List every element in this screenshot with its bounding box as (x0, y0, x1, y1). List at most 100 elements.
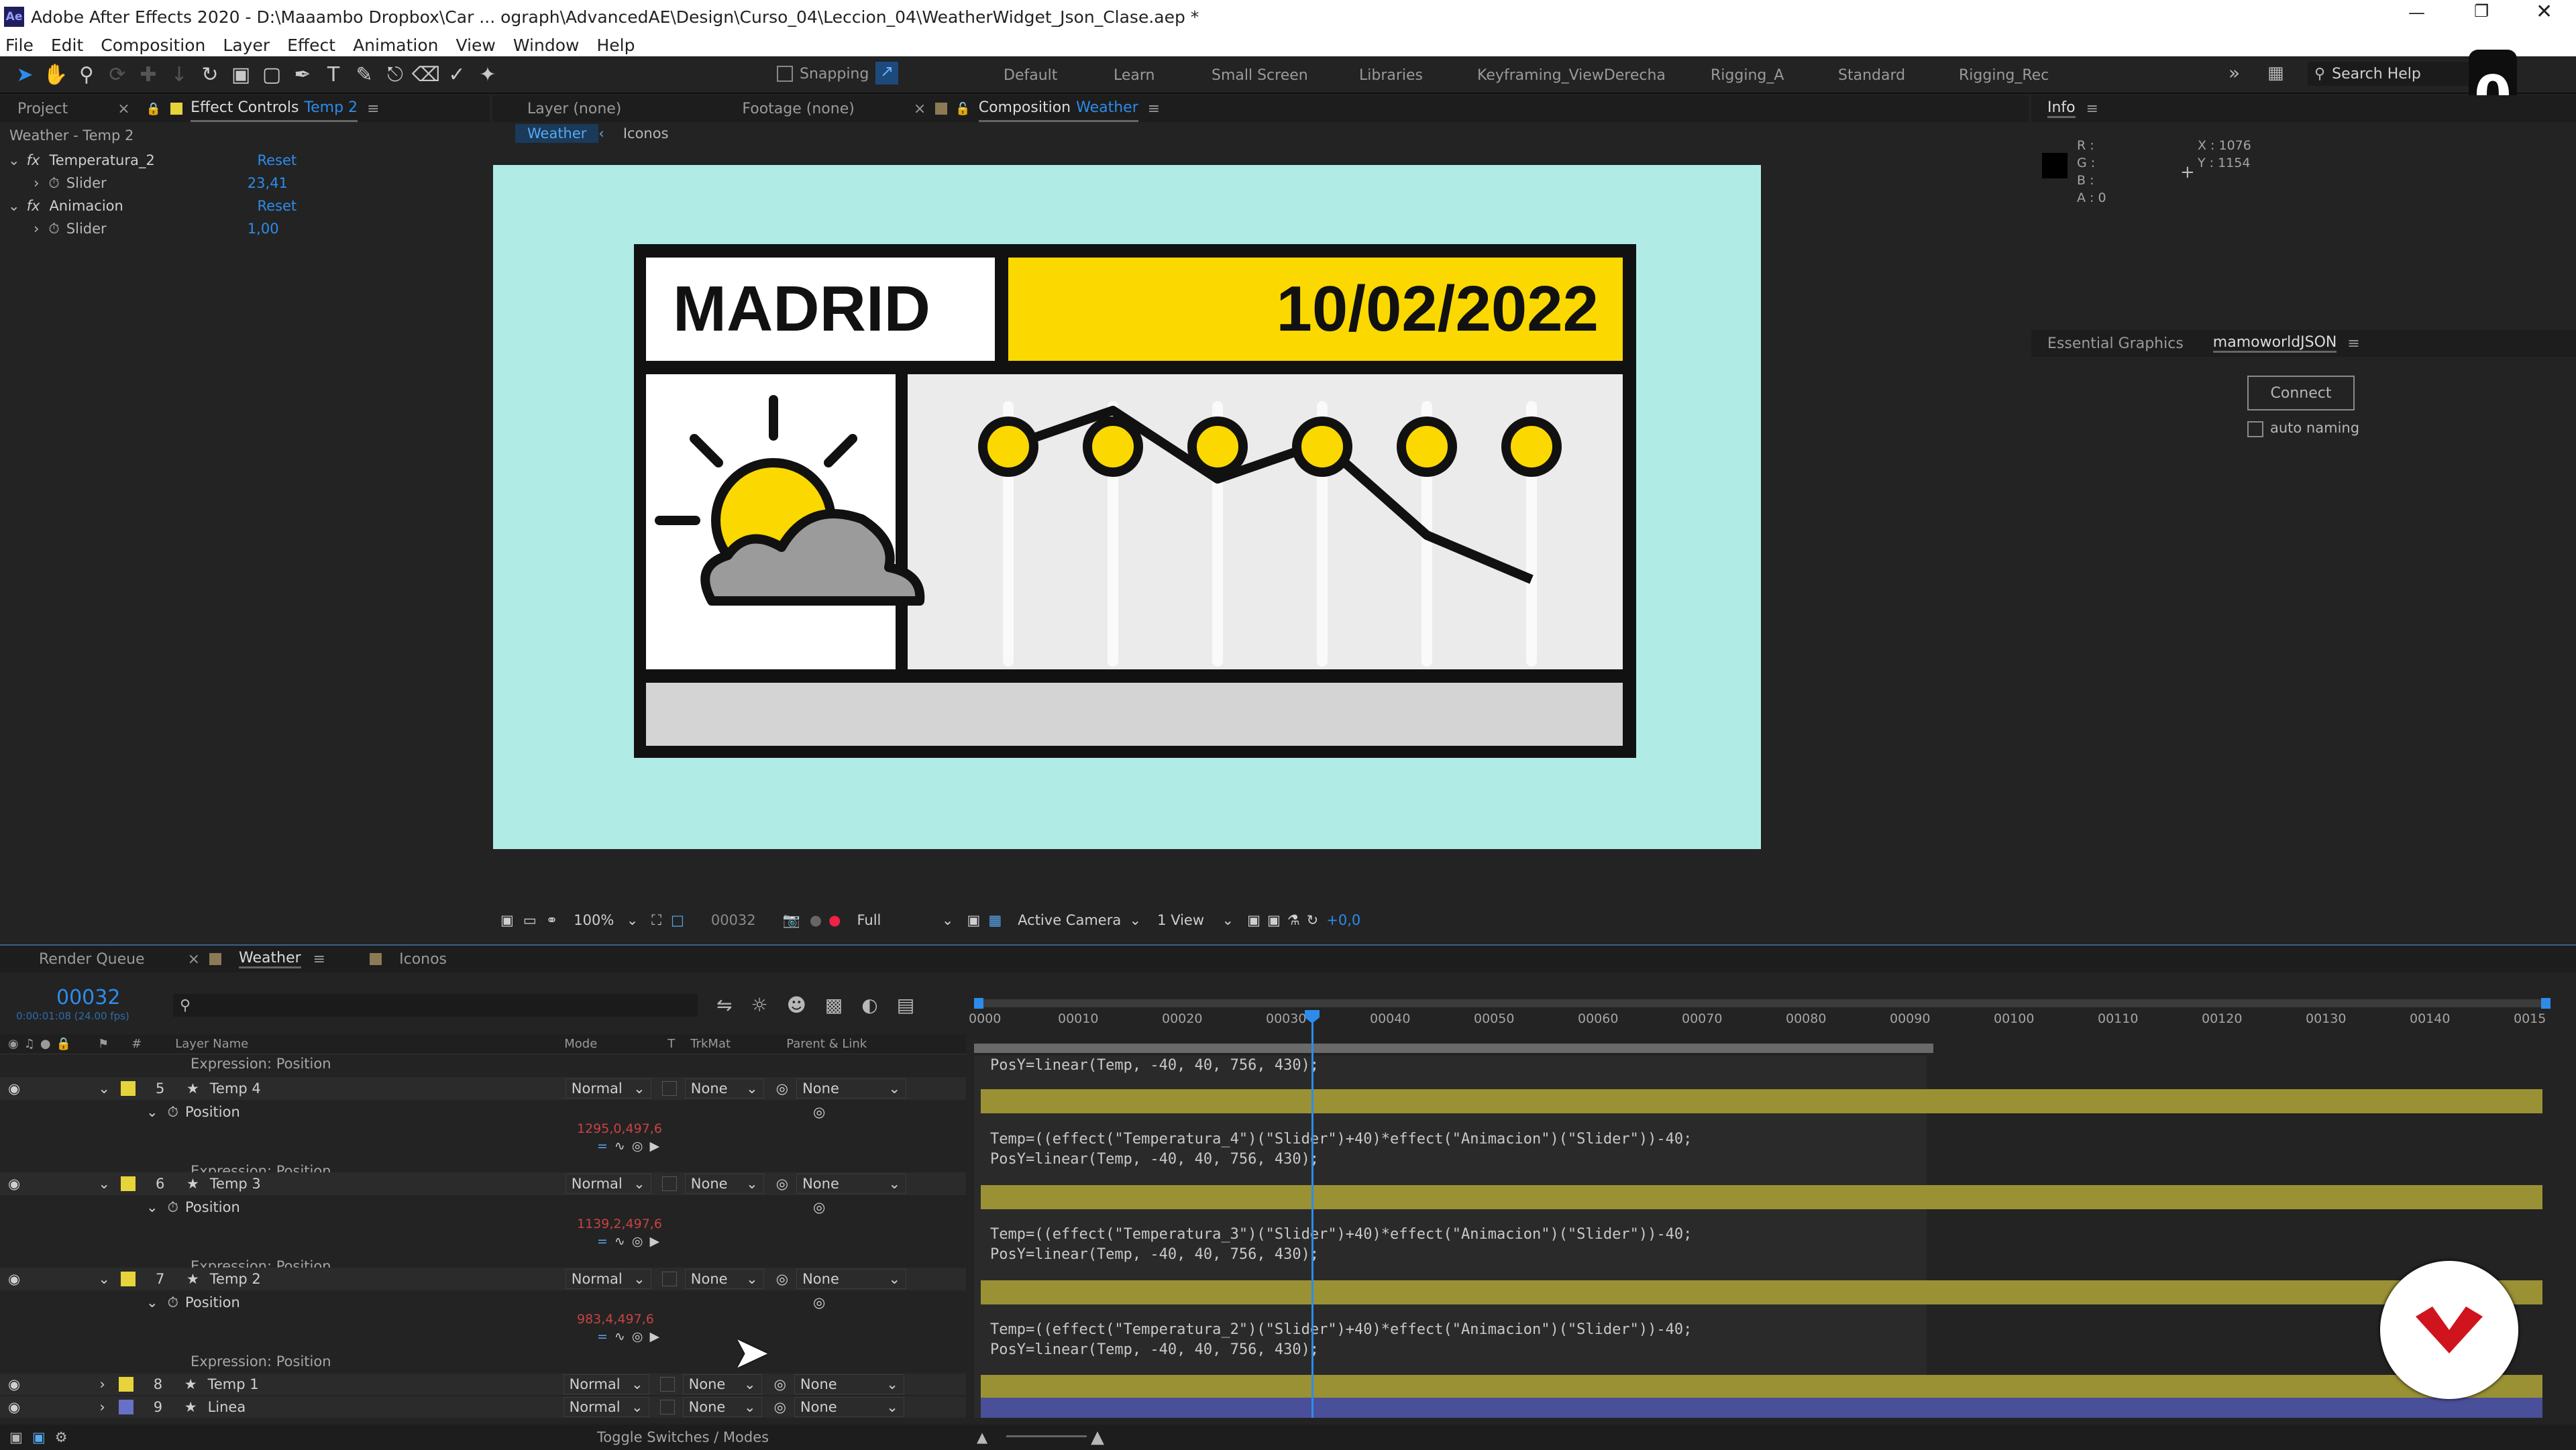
close-tab-icon[interactable]: × (188, 951, 200, 968)
slider-row[interactable]: › ⏱ Slider 23,41 (0, 172, 490, 194)
chevron-down-icon[interactable]: ⌄ (98, 1271, 110, 1287)
trkmat-dropdown[interactable]: None ⌄ (684, 1269, 764, 1289)
preserve-transparency-checkbox[interactable] (661, 1176, 677, 1191)
current-timecode[interactable]: 00032 (56, 986, 120, 1009)
workspace-more-icon[interactable]: » (2229, 62, 2240, 84)
close-button[interactable]: ✕ (2536, 0, 2553, 23)
workspace-rigging-rec[interactable]: Rigging_Rec (1959, 67, 2049, 84)
layer-name[interactable]: Linea (208, 1399, 564, 1415)
layer-name[interactable]: Temp 2 (210, 1271, 566, 1287)
stopwatch-icon[interactable]: ⏱ (168, 1104, 178, 1121)
tab-project[interactable]: Project (17, 101, 68, 117)
region-icon[interactable]: ▣ (967, 912, 980, 928)
menu-file[interactable]: File (5, 36, 34, 55)
mode-dropdown[interactable]: Normal ⌄ (563, 1374, 649, 1394)
effect-row-animacion[interactable]: ⌄ fx Animacion Reset (0, 194, 490, 217)
pan-tool-icon[interactable]: ✚ (133, 63, 164, 87)
stopwatch-icon[interactable]: ⏱ (168, 1294, 178, 1311)
reset-exposure-icon[interactable]: ↻ (1307, 912, 1319, 928)
expr-pickwhip-icon[interactable]: ◎ (632, 1234, 643, 1249)
property-row[interactable]: ⌄ ⏱ Position ◎ (0, 1196, 825, 1218)
selection-tool-icon[interactable]: ➤ (9, 63, 40, 87)
chevron-down-icon[interactable]: ⌄ (98, 1080, 110, 1097)
rotate-tool-icon[interactable]: ↻ (195, 63, 225, 87)
graph-editor-icon[interactable]: ▤ (897, 994, 914, 1016)
safe-zones-icon[interactable]: □ (671, 912, 684, 928)
layer-label-color[interactable] (120, 1176, 136, 1191)
menu-composition[interactable]: Composition (101, 36, 205, 55)
menu-help[interactable]: Help (596, 36, 635, 55)
viewer-timecode[interactable]: 00032 (711, 912, 756, 928)
pickwhip-icon[interactable]: ◎ (813, 1199, 825, 1215)
auto-naming-checkbox[interactable] (2247, 421, 2263, 437)
expr-graph-icon[interactable]: ∿ (614, 1234, 625, 1249)
workspace-layout-icon[interactable]: ▦ (2267, 63, 2284, 83)
property-value[interactable]: 983,4,497,6 (577, 1312, 654, 1327)
always-preview-icon[interactable]: ▣ (500, 912, 514, 928)
panel-menu-icon[interactable]: ≡ (313, 951, 325, 968)
expr-language-icon[interactable]: ▶ (649, 1139, 659, 1154)
draft-3d-icon[interactable]: ☼ (751, 994, 767, 1016)
stopwatch-icon[interactable]: ⏱ (168, 1199, 178, 1216)
comp-canvas[interactable]: MADRID 10/02/2022 (493, 165, 1761, 849)
comp-flowchart-icon[interactable]: ⇋ (716, 994, 732, 1016)
chevron-down-icon[interactable]: ⌄ (146, 1104, 158, 1120)
tab-composition[interactable]: Composition Weather (978, 95, 1138, 122)
panel-menu-icon[interactable]: ≡ (2347, 335, 2359, 352)
tab-mamoworld-json[interactable]: mamoworldJSON (2212, 334, 2337, 353)
expr-pickwhip-icon[interactable]: ◎ (632, 1329, 643, 1344)
pickwhip-icon[interactable]: ◎ (776, 1176, 788, 1192)
minimize-button[interactable]: — (2408, 3, 2425, 22)
transparency-grid-icon[interactable]: ▦ (988, 912, 1002, 928)
workspace-standard[interactable]: Standard (1838, 67, 1905, 84)
expr-graph-icon[interactable]: ∿ (614, 1329, 625, 1344)
show-snapshot-icon[interactable]: ● (810, 912, 822, 928)
layer-label-color[interactable] (118, 1400, 133, 1414)
property-row[interactable]: ⌄ ⏱ Position ◎ (0, 1292, 825, 1313)
layer-row[interactable]: ◉ ⌄ 5 ★ Temp 4 Normal ⌄ None ⌄ ◎ None ⌄ (0, 1077, 966, 1100)
expr-code-temp3-line2[interactable]: PosY=linear(Temp, -40, 40, 756, 430); (990, 1150, 1319, 1170)
expr-code-temp2-line1[interactable]: Temp=((effect("Temperatura_3")("Slider")… (990, 1225, 1692, 1245)
workspace-rigging-a[interactable]: Rigging_A (1711, 67, 1784, 84)
chevron-down-icon[interactable]: ⌄ (8, 194, 20, 217)
pickwhip-icon[interactable]: ◎ (813, 1104, 825, 1120)
snapping-checkbox[interactable] (777, 66, 793, 82)
flowchart-icon[interactable]: ⚗ (1287, 912, 1300, 928)
monitor-icon[interactable]: ▭ (523, 912, 537, 928)
frame-blend-icon[interactable]: ▩ (825, 994, 843, 1016)
slider-row[interactable]: › ⏱ Slider 1,00 (0, 217, 490, 240)
layer-search-field[interactable]: ⚲ (173, 994, 698, 1017)
layer-name[interactable]: Temp 1 (208, 1376, 564, 1392)
chevron-right-icon[interactable]: › (99, 1376, 105, 1392)
render-icon[interactable]: ▣ (1267, 912, 1281, 928)
property-value[interactable]: 1139,2,497,6 (577, 1217, 662, 1231)
layer-row[interactable]: ◉ ⌄ 7 ★ Temp 2 Normal ⌄ None ⌄ ◎ None ⌄ (0, 1268, 966, 1290)
puppet-tool-icon[interactable]: ✦ (472, 63, 503, 87)
pickwhip-icon[interactable]: ◎ (813, 1294, 825, 1310)
workspace-learn[interactable]: Learn (1114, 67, 1155, 84)
menu-view[interactable]: View (456, 36, 496, 55)
toggle-pixel-icon[interactable]: ▣ (1247, 912, 1260, 928)
camera-dropdown[interactable]: Active Camera ⌄ (1012, 910, 1146, 930)
expr-enable-icon[interactable]: = (597, 1234, 608, 1249)
layer-row[interactable]: ◉ › 9 ★ Linea Normal ⌄ None ⌄ ◎ None ⌄ (0, 1396, 966, 1418)
stamp-tool-icon[interactable]: ⎋ (380, 63, 411, 87)
shy-icon[interactable]: ☻ (787, 994, 806, 1016)
stopwatch-icon[interactable]: ⏱ (48, 217, 59, 240)
expr-code-temp3-line1[interactable]: Temp=((effect("Temperatura_4")("Slider")… (990, 1129, 1692, 1150)
resolution-dropdown[interactable]: Full ⌄ (851, 910, 959, 930)
panel-menu-icon[interactable]: ≡ (367, 101, 379, 117)
expr-graph-icon[interactable]: ∿ (614, 1139, 625, 1154)
preserve-transparency-checkbox[interactable] (661, 1272, 677, 1286)
layer-bar-temp1[interactable] (981, 1375, 2542, 1399)
tab-footage[interactable]: Footage (none) (742, 101, 854, 117)
eye-icon[interactable]: ◉ (8, 1376, 20, 1392)
chevron-right-icon[interactable]: › (34, 172, 39, 194)
playhead[interactable] (1311, 1013, 1313, 1418)
expr-pickwhip-icon[interactable]: ◎ (632, 1139, 643, 1154)
layer-name[interactable]: Temp 4 (210, 1080, 566, 1097)
type-tool-icon[interactable]: T (318, 63, 349, 87)
zoom-in-icon[interactable]: ▲ (1091, 1427, 1104, 1447)
menu-window[interactable]: Window (513, 36, 580, 55)
subtab-weather[interactable]: Weather (515, 124, 599, 143)
